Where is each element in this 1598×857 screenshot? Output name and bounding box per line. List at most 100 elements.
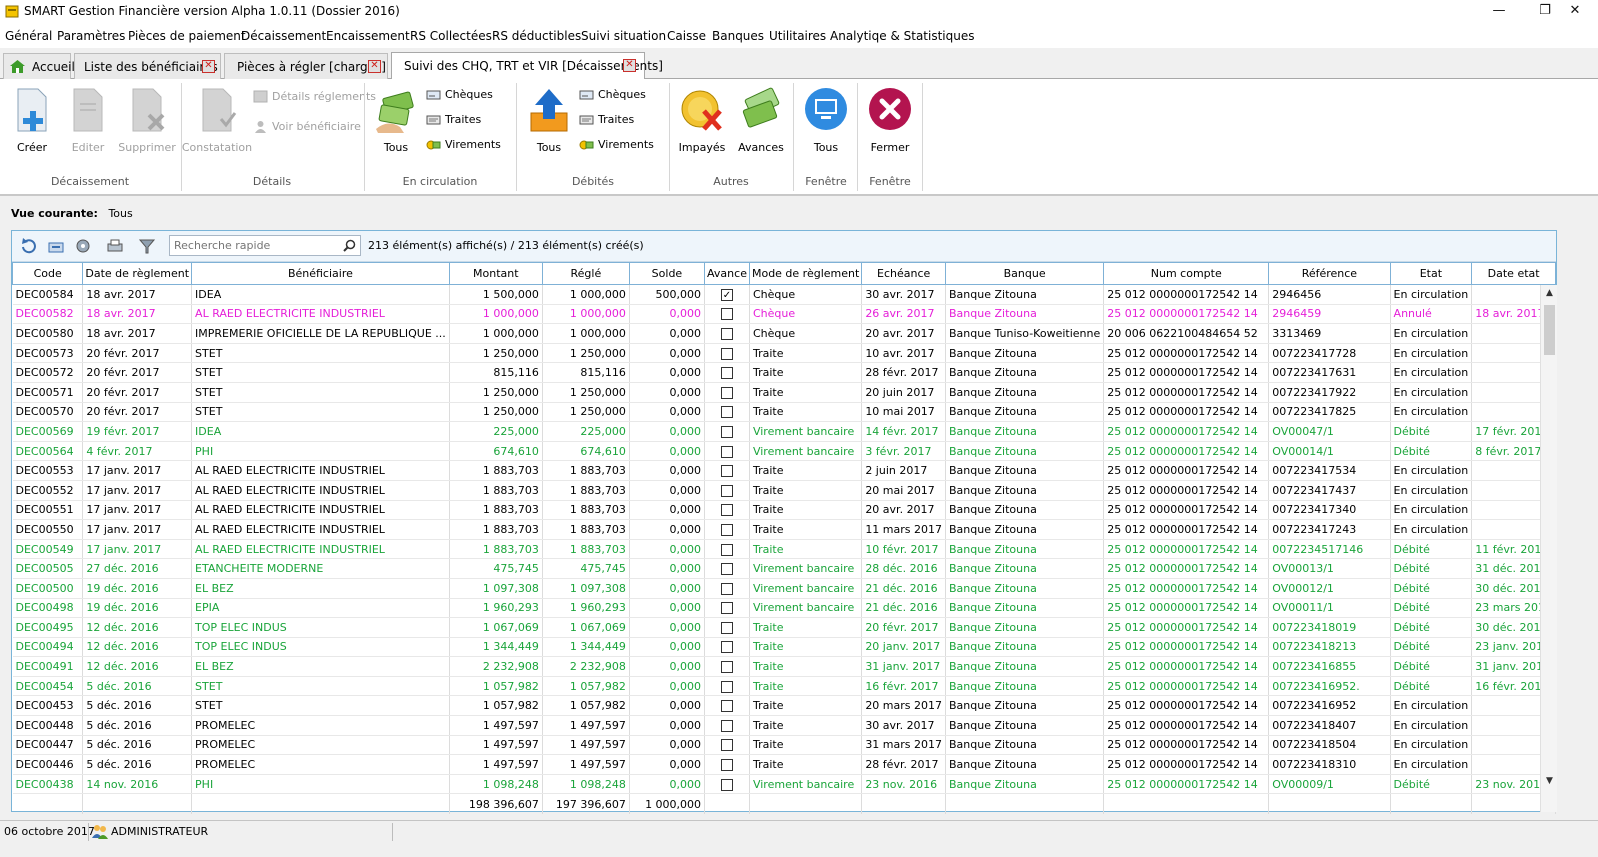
table-row[interactable]: DEC00552 17 janv. 2017 AL RAED ELECTRICITE… [12,480,1556,501]
column-header-date-etat[interactable]: Date etat [1471,262,1556,285]
supprimer-button[interactable]: Supprimer [118,85,176,165]
column-header-echeance[interactable]: Echéance [861,262,947,285]
avance-checkbox[interactable] [721,719,733,732]
avance-checkbox[interactable]: ✓ [721,288,733,301]
avance-checkbox[interactable] [721,445,733,458]
menu-parametres[interactable]: Paramètres [57,29,125,43]
fenetre-tous-button[interactable]: Tous [798,85,854,165]
avance-checkbox[interactable] [721,563,733,576]
tab-liste-beneficiaires[interactable]: Liste des bénéficiaires ✕ [74,53,221,79]
avance-checkbox[interactable] [721,523,733,536]
menu-pieces-paiement[interactable]: Pièces de paiement [128,29,246,43]
avance-checkbox[interactable] [721,602,733,615]
avance-checkbox[interactable] [721,700,733,713]
column-header-avance[interactable]: Avance [704,262,750,285]
table-row[interactable]: DEC00573 20 févr. 2017 STET 1 250,000 1 250,… [12,343,1556,364]
avance-checkbox[interactable] [721,465,733,478]
table-row[interactable]: DEC00572 20 févr. 2017 STET 815,116 815,116 0… [12,362,1556,383]
search-input[interactable] [170,236,338,255]
table-row[interactable]: DEC00549 17 janv. 2017 AL RAED ELECTRICITE… [12,539,1556,560]
column-header-code[interactable]: Code [11,262,84,285]
column-header-beneficiaire[interactable]: Bénéficiaire [191,262,450,285]
column-header-reference[interactable]: Référence [1268,262,1391,285]
export-icon[interactable] [47,238,65,254]
menu-analytique[interactable]: Analytiqe & Statistiques [830,29,975,43]
scrollbar-thumb[interactable] [1544,305,1555,355]
scroll-up-icon[interactable]: ▲ [1541,285,1558,302]
table-row[interactable]: DEC00446 5 déc. 2016 PROMELEC 1 497,597 1 49… [12,754,1556,775]
close-tab-icon[interactable]: ✕ [368,60,381,73]
avance-checkbox[interactable] [721,680,733,693]
close-tab-icon[interactable]: ✕ [623,59,636,72]
tab-suivi-chq-trt-vir[interactable]: Suivi des CHQ, TRT et VIR [Décaissements… [391,52,663,79]
column-header-banque[interactable]: Banque [945,262,1105,285]
table-row[interactable]: DEC00438 14 nov. 2016 PHI 1 098,248 1 098,24… [12,774,1556,795]
minimize-button[interactable]: — [1476,0,1522,24]
filter-icon[interactable] [138,238,156,254]
column-header-etat[interactable]: Etat [1389,262,1473,285]
table-row[interactable]: DEC00447 5 déc. 2016 PROMELEC 1 497,597 1 49… [12,735,1556,756]
menu-rs-collectees[interactable]: RS Collectées [410,29,492,43]
table-row[interactable]: DEC00551 17 janv. 2017 AL RAED ELECTRICITE… [12,500,1556,521]
constatation-button[interactable]: Constatation [182,85,252,165]
table-row[interactable]: DEC00494 12 déc. 2016 TOP ELEC INDUS 1 344,… [12,637,1556,658]
table-row[interactable]: DEC00584 18 avr. 2017 IDEA 1 500,000 1 000,0… [12,284,1556,305]
fermer-button[interactable]: Fermer [862,85,918,165]
table-row[interactable]: DEC00453 5 déc. 2016 STET 1 057,982 1 057,98… [12,695,1556,717]
avance-checkbox[interactable] [721,759,733,772]
column-header-num-compte[interactable]: Num compte [1103,262,1270,285]
table-row[interactable]: DEC00491 12 déc. 2016 EL BEZ 2 232,908 2 232… [12,656,1556,677]
avance-checkbox[interactable] [721,504,733,517]
avance-checkbox[interactable] [721,308,733,321]
table-row[interactable]: DEC00582 18 avr. 2017 AL RAED ELECTRICITE … [12,304,1556,325]
settings-icon[interactable] [74,238,92,254]
vertical-scrollbar[interactable]: ▲ ▼ [1540,285,1557,812]
column-header-solde[interactable]: Solde [628,262,706,285]
circulation-tous-button[interactable]: Tous [368,85,424,165]
editer-button[interactable]: Editer [60,85,116,165]
column-header-montant[interactable]: Montant [448,262,543,285]
avance-checkbox[interactable] [721,543,733,556]
column-header-mode-reglement[interactable]: Mode de règlement [748,262,863,285]
avance-checkbox[interactable] [721,582,733,595]
table-row[interactable]: DEC00571 20 févr. 2017 STET 1 250,000 1 250,… [12,382,1556,403]
debites-tous-button[interactable]: Tous [521,85,577,165]
avance-checkbox[interactable] [721,661,733,674]
column-header-regle[interactable]: Réglé [541,262,630,285]
avance-checkbox[interactable] [721,739,733,752]
avance-checkbox[interactable] [721,386,733,399]
menu-encaissement[interactable]: Encaissement [326,29,410,43]
search-icon[interactable] [343,239,356,252]
impayes-button[interactable]: Impayés [674,85,730,165]
scroll-down-icon[interactable]: ▼ [1541,773,1558,790]
avance-checkbox[interactable] [721,641,733,654]
avances-button[interactable]: Avances [733,85,789,165]
avance-checkbox[interactable] [721,778,733,791]
tab-pieces-a-regler[interactable]: Pièces à régler [charges] ✕ [224,53,388,79]
table-row[interactable]: DEC00454 5 déc. 2016 STET 1 057,982 1 057,98… [12,676,1556,697]
table-row[interactable]: DEC00495 12 déc. 2016 TOP ELEC INDUS 1 067,… [12,617,1556,638]
table-row[interactable]: DEC00553 17 janv. 2017 AL RAED ELECTRICITE… [12,460,1556,481]
menu-decaissement[interactable]: Décaissement [241,29,326,43]
table-row[interactable]: DEC00550 17 janv. 2017 AL RAED ELECTRICITE… [12,519,1556,540]
menu-rs-deductibles[interactable]: RS déductibles [492,29,581,43]
table-row[interactable]: DEC00570 20 févr. 2017 STET 1 250,000 1 250,… [12,402,1556,423]
table-row[interactable]: DEC00498 19 déc. 2016 EPIA 1 960,293 1 960,2… [12,598,1556,619]
table-row[interactable]: DEC00500 19 déc. 2016 EL BEZ 1 097,308 1 097… [12,578,1556,599]
table-row[interactable]: DEC00569 19 févr. 2017 IDEA 225,000 225,000 0… [12,421,1556,442]
menu-general[interactable]: Général [5,29,52,43]
column-header-date-reglement[interactable]: Date de règlement [82,262,193,285]
avance-checkbox[interactable] [721,406,733,419]
avance-checkbox[interactable] [721,327,733,340]
table-row[interactable]: DEC00580 18 avr. 2017 IMPREMERIE OFICIELLE… [12,323,1556,344]
menu-utilitaires[interactable]: Utilitaires [769,29,826,43]
avance-checkbox[interactable] [721,425,733,438]
refresh-icon[interactable] [20,238,38,254]
close-tab-icon[interactable]: ✕ [202,60,215,73]
menu-banques[interactable]: Banques [712,29,764,43]
menu-suivi-situation[interactable]: Suivi situation [581,29,666,43]
table-row[interactable]: DEC00448 5 déc. 2016 PROMELEC 1 497,597 1 49… [12,715,1556,736]
avance-checkbox[interactable] [721,621,733,634]
avance-checkbox[interactable] [721,347,733,360]
table-row[interactable]: DEC00564 4 févr. 2017 PHI 674,610 674,610 0,0… [12,441,1556,462]
